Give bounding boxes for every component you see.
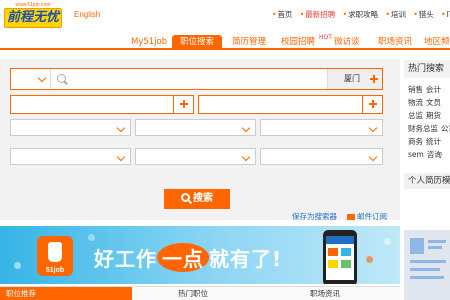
tab-region[interactable]: 地区频道 xyxy=(424,35,450,50)
industry-field[interactable] xyxy=(198,95,383,114)
hot-link[interactable]: 总监 xyxy=(408,111,423,120)
hot-badge: HOT xyxy=(319,34,332,41)
bottom-tabs: 职位推荐 热门职位 职场资讯 xyxy=(0,286,400,300)
banner-slogan: 好工作 一点 就有了! xyxy=(94,243,282,272)
slogan-highlight: 一点 xyxy=(157,243,209,272)
filter-select-2[interactable] xyxy=(135,119,256,136)
email-subscribe-link[interactable]: 邮件订阅 xyxy=(347,211,387,222)
hot-link[interactable]: 文员 xyxy=(426,98,441,107)
hot-link[interactable]: 物流 xyxy=(408,98,423,107)
resume-template-title: 个人简历模板 xyxy=(404,173,450,189)
tab-my51job[interactable]: My51job xyxy=(131,35,167,50)
english-link[interactable]: English xyxy=(74,10,100,19)
city-select[interactable]: 厦门 xyxy=(327,69,382,89)
list-item: 销售 会计 xyxy=(408,84,450,97)
add-function-button[interactable] xyxy=(173,96,193,113)
app-logo-label: 51job xyxy=(45,267,65,274)
search-panel: 厦门 搜索 保存为搜索器 邮件订阅 xyxy=(0,59,400,222)
hot-link[interactable]: 咨询 xyxy=(427,150,442,159)
save-search-link[interactable]: 保存为搜索器 xyxy=(292,211,337,222)
topnav-training[interactable]: •培训 xyxy=(385,9,405,20)
chevron-down-icon xyxy=(116,123,128,135)
list-item: 财务总监公司 xyxy=(408,123,450,136)
chevron-down-icon xyxy=(241,152,253,164)
hot-link[interactable]: 统计 xyxy=(426,137,441,146)
function-field[interactable] xyxy=(10,95,194,114)
search-icon xyxy=(181,193,190,202)
bubble-decoration xyxy=(88,234,95,241)
chevron-down-icon xyxy=(37,73,49,85)
filter-select-5[interactable] xyxy=(135,148,256,165)
add-industry-button[interactable] xyxy=(362,96,382,113)
plus-icon xyxy=(368,99,378,109)
hot-link[interactable]: 销售 xyxy=(408,85,423,94)
top-nav: •首页 •最新招聘 •求职攻略 •培训 •猎头 •IT xyxy=(272,9,450,19)
tab-campus[interactable]: 校园招聘 xyxy=(281,35,315,50)
tab-career-news[interactable]: 职场资讯 xyxy=(310,287,340,300)
chevron-down-icon xyxy=(368,152,380,164)
tab-hot-jobs[interactable]: 热门职位 xyxy=(178,287,208,300)
city-label: 厦门 xyxy=(344,74,360,83)
tab-resume[interactable]: 简历管理 xyxy=(232,35,266,50)
hot-search-list: 销售会计 物流文员 总监期货 财务总监公司 商务统计 sem咨询 xyxy=(408,84,450,162)
bubble-decoration xyxy=(14,262,21,269)
main-nav: My51job 职位搜索 简历管理 校园招聘 HOT 微访谈 职场资讯 地区频道 xyxy=(0,33,450,50)
chevron-down-icon xyxy=(116,152,128,164)
phone-illustration xyxy=(323,230,357,284)
slogan-part: 好工作 xyxy=(94,247,157,271)
search-type-select[interactable] xyxy=(11,69,51,89)
filter-select-4[interactable] xyxy=(10,148,131,165)
hot-link[interactable]: 期货 xyxy=(426,111,441,120)
site-logo[interactable]: www.51job.com 前程无忧 xyxy=(2,2,64,30)
topnav-guide[interactable]: •求职攻略 xyxy=(343,9,378,20)
resume-template-thumbnail[interactable] xyxy=(404,230,450,300)
filter-select-1[interactable] xyxy=(10,119,131,136)
tab-recommended-jobs[interactable]: 职位推荐 xyxy=(0,287,132,300)
app-logo-icon: 51job xyxy=(37,236,73,276)
list-item: 总监 期货 xyxy=(408,110,450,123)
tab-interview[interactable]: 微访谈 xyxy=(334,35,360,50)
plus-icon xyxy=(179,99,189,109)
hot-link[interactable]: sem xyxy=(408,150,424,159)
topnav-home[interactable]: •首页 xyxy=(272,9,292,20)
filter-select-3[interactable] xyxy=(260,119,383,136)
filter-select-6[interactable] xyxy=(260,148,383,165)
chevron-down-icon xyxy=(368,123,380,135)
list-item: sem 咨询 xyxy=(408,149,450,162)
email-subscribe-label: 邮件订阅 xyxy=(357,212,387,221)
keyword-row: 厦门 xyxy=(10,68,383,90)
tab-news[interactable]: 职场资讯 xyxy=(378,35,412,50)
list-item: 物流 文员 xyxy=(408,97,450,110)
tab-job-search[interactable]: 职位搜索 xyxy=(172,35,222,50)
hand-icon xyxy=(48,242,62,262)
plus-icon xyxy=(369,74,379,84)
hot-link[interactable]: 会计 xyxy=(426,85,441,94)
hot-link[interactable]: 商务 xyxy=(408,137,423,146)
topnav-headhunter[interactable]: •猎头 xyxy=(413,9,433,20)
chevron-down-icon xyxy=(241,123,253,135)
mail-icon xyxy=(347,214,355,220)
slogan-part: 就有了! xyxy=(209,247,283,271)
hot-search-title: 热门搜索 xyxy=(404,60,450,78)
search-button[interactable]: 搜索 xyxy=(164,189,230,209)
search-icon xyxy=(57,74,66,83)
bubble-decoration xyxy=(366,256,373,263)
list-item: 商务 统计 xyxy=(408,136,450,149)
logo-text: 前程无忧 xyxy=(4,8,62,28)
app-promo-banner[interactable]: 51job 好工作 一点 就有了! xyxy=(0,226,400,284)
topnav-latest[interactable]: •最新招聘 xyxy=(300,9,335,20)
hot-link[interactable]: 财务总监 xyxy=(408,124,438,133)
bubble-decoration xyxy=(384,238,391,245)
search-button-label: 搜索 xyxy=(193,193,213,204)
hot-link[interactable]: 公司 xyxy=(441,124,450,133)
topnav-it[interactable]: •IT xyxy=(441,10,450,19)
